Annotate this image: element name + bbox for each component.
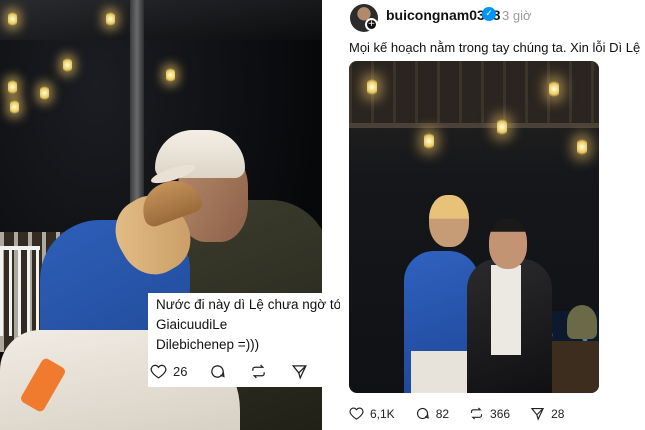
comment-reply-button[interactable] <box>209 363 226 380</box>
follow-plus-icon[interactable]: + <box>365 18 378 31</box>
post-comment-count: 82 <box>435 406 450 421</box>
light-bulb <box>166 68 175 82</box>
timestamp: 3 giờ <box>502 8 532 23</box>
chair <box>0 246 40 336</box>
light-bulb <box>367 79 377 95</box>
post-comment-button[interactable]: 82 <box>415 406 449 421</box>
post-actions: 6,1K 82 366 28 <box>349 406 564 421</box>
light-bulb <box>497 119 507 135</box>
repost-icon <box>252 364 266 379</box>
repost-icon <box>470 407 483 420</box>
person-left-pants <box>411 351 473 393</box>
comment-actions: 26 <box>148 363 308 380</box>
plant <box>567 305 597 339</box>
light-bulb <box>10 100 19 114</box>
light-bulb <box>577 139 587 155</box>
post-share-count: 28 <box>551 406 565 421</box>
post-caption: Mọi kế hoạch nằm trong tay chúng ta. Xin… <box>349 40 645 55</box>
post-photo[interactable] <box>349 61 599 393</box>
comment-like-button[interactable]: 26 <box>150 363 187 380</box>
post-repost-button[interactable]: 366 <box>469 406 510 421</box>
post-like-button[interactable]: 6,1K <box>349 406 395 421</box>
comment-share-button[interactable] <box>291 363 308 380</box>
light-bulb <box>8 12 17 26</box>
light-bulb <box>106 12 115 26</box>
send-icon <box>292 365 308 380</box>
person-right-shirt <box>491 265 521 355</box>
ceiling <box>0 0 322 40</box>
send-icon <box>530 407 545 421</box>
light-bulb <box>63 58 72 72</box>
post-like-count: 6,1K <box>370 406 395 421</box>
person-right-head <box>489 219 527 269</box>
heart-icon <box>349 407 364 420</box>
pole <box>130 0 144 210</box>
post: + buicongnam0308 ✓ 3 giờ Mọi kế hoạch nằ… <box>340 0 645 430</box>
light-bulb <box>549 81 559 97</box>
photo-beam <box>349 123 599 128</box>
light-bulb <box>8 80 17 94</box>
comment-like-count: 26 <box>173 364 188 379</box>
comment-bubble-icon <box>416 407 429 420</box>
caption-text: Mọi kế hoạch nằm trong tay chúng ta. Xin… <box>349 40 641 55</box>
light-bulb <box>424 133 434 149</box>
post-share-button[interactable]: 28 <box>530 406 564 421</box>
comment-text-line: GiaicuudiLe <box>156 317 228 332</box>
comment-repost-button[interactable] <box>250 363 267 380</box>
photo-ceiling <box>349 61 599 123</box>
person-left-head <box>429 195 469 247</box>
comment-bubble-icon <box>211 365 226 378</box>
heart-icon <box>150 364 167 379</box>
light-bulb <box>40 86 49 100</box>
comment-text-line: Dilebichenep =))) <box>156 337 260 352</box>
verified-check-icon: ✓ <box>482 7 496 21</box>
post-repost-count: 366 <box>490 406 511 421</box>
